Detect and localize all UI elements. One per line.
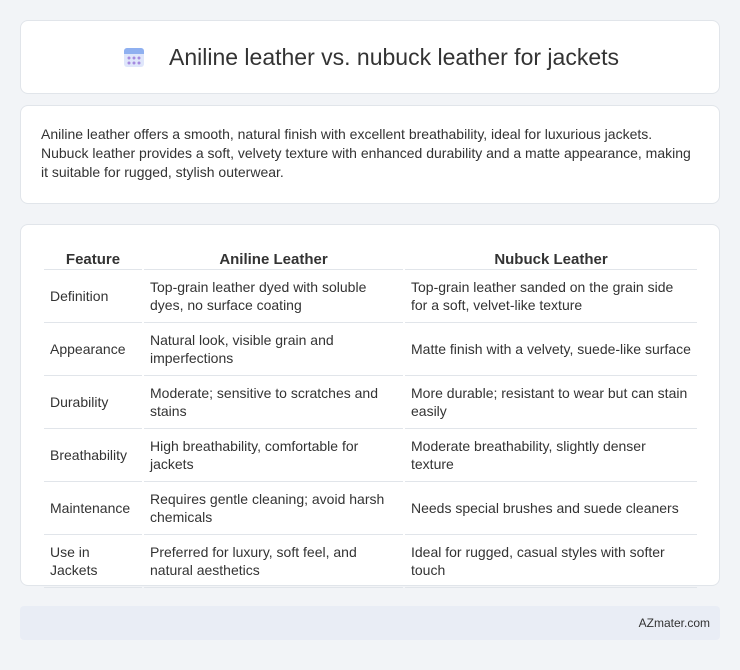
cell-feature: Use in Jackets (44, 535, 142, 588)
cell-aniline: Natural look, visible grain and imperfec… (144, 323, 403, 376)
cell-nubuck: Top-grain leather sanded on the grain si… (405, 270, 697, 323)
page-title: Aniline leather vs. nubuck leather for j… (168, 43, 620, 70)
cell-nubuck: More durable; resistant to wear but can … (405, 376, 697, 429)
footer-site-link[interactable]: AZmater.com (639, 616, 710, 630)
comparison-card: Feature Aniline Leather Nubuck Leather D… (20, 224, 720, 588)
title-card: Aniline leather vs. nubuck leather for j… (20, 20, 720, 94)
cell-aniline: Moderate; sensitive to scratches and sta… (144, 376, 403, 429)
table-header-row: Feature Aniline Leather Nubuck Leather (44, 245, 697, 270)
cell-aniline: Top-grain leather dyed with soluble dyes… (144, 270, 403, 323)
cell-nubuck: Matte finish with a velvety, suede-like … (405, 323, 697, 376)
cell-feature: Definition (44, 270, 142, 323)
comparison-table: Feature Aniline Leather Nubuck Leather D… (42, 245, 699, 588)
table-row: Definition Top-grain leather dyed with s… (44, 270, 697, 323)
table-row: Durability Moderate; sensitive to scratc… (44, 376, 697, 429)
cell-aniline: Preferred for luxury, soft feel, and nat… (144, 535, 403, 588)
intro-text: Aniline leather offers a smooth, natural… (41, 126, 691, 180)
calendar-icon (121, 44, 147, 70)
table-row: Use in Jackets Preferred for luxury, sof… (44, 535, 697, 588)
footer-bar: AZmater.com (20, 606, 720, 640)
cell-nubuck: Ideal for rugged, casual styles with sof… (405, 535, 697, 588)
table-row: Breathability High breathability, comfor… (44, 429, 697, 482)
table-row: Maintenance Requires gentle cleaning; av… (44, 482, 697, 535)
table-row: Appearance Natural look, visible grain a… (44, 323, 697, 376)
cell-aniline: High breathability, comfortable for jack… (144, 429, 403, 482)
intro-card: Aniline leather offers a smooth, natural… (20, 105, 720, 204)
cell-feature: Appearance (44, 323, 142, 376)
header-feature: Feature (44, 245, 142, 270)
cell-nubuck: Moderate breathability, slightly denser … (405, 429, 697, 482)
header-nubuck: Nubuck Leather (405, 245, 697, 270)
header-aniline: Aniline Leather (144, 245, 403, 270)
cell-feature: Maintenance (44, 482, 142, 535)
cell-nubuck: Needs special brushes and suede cleaners (405, 482, 697, 535)
cell-feature: Durability (44, 376, 142, 429)
cell-feature: Breathability (44, 429, 142, 482)
cell-aniline: Requires gentle cleaning; avoid harsh ch… (144, 482, 403, 535)
